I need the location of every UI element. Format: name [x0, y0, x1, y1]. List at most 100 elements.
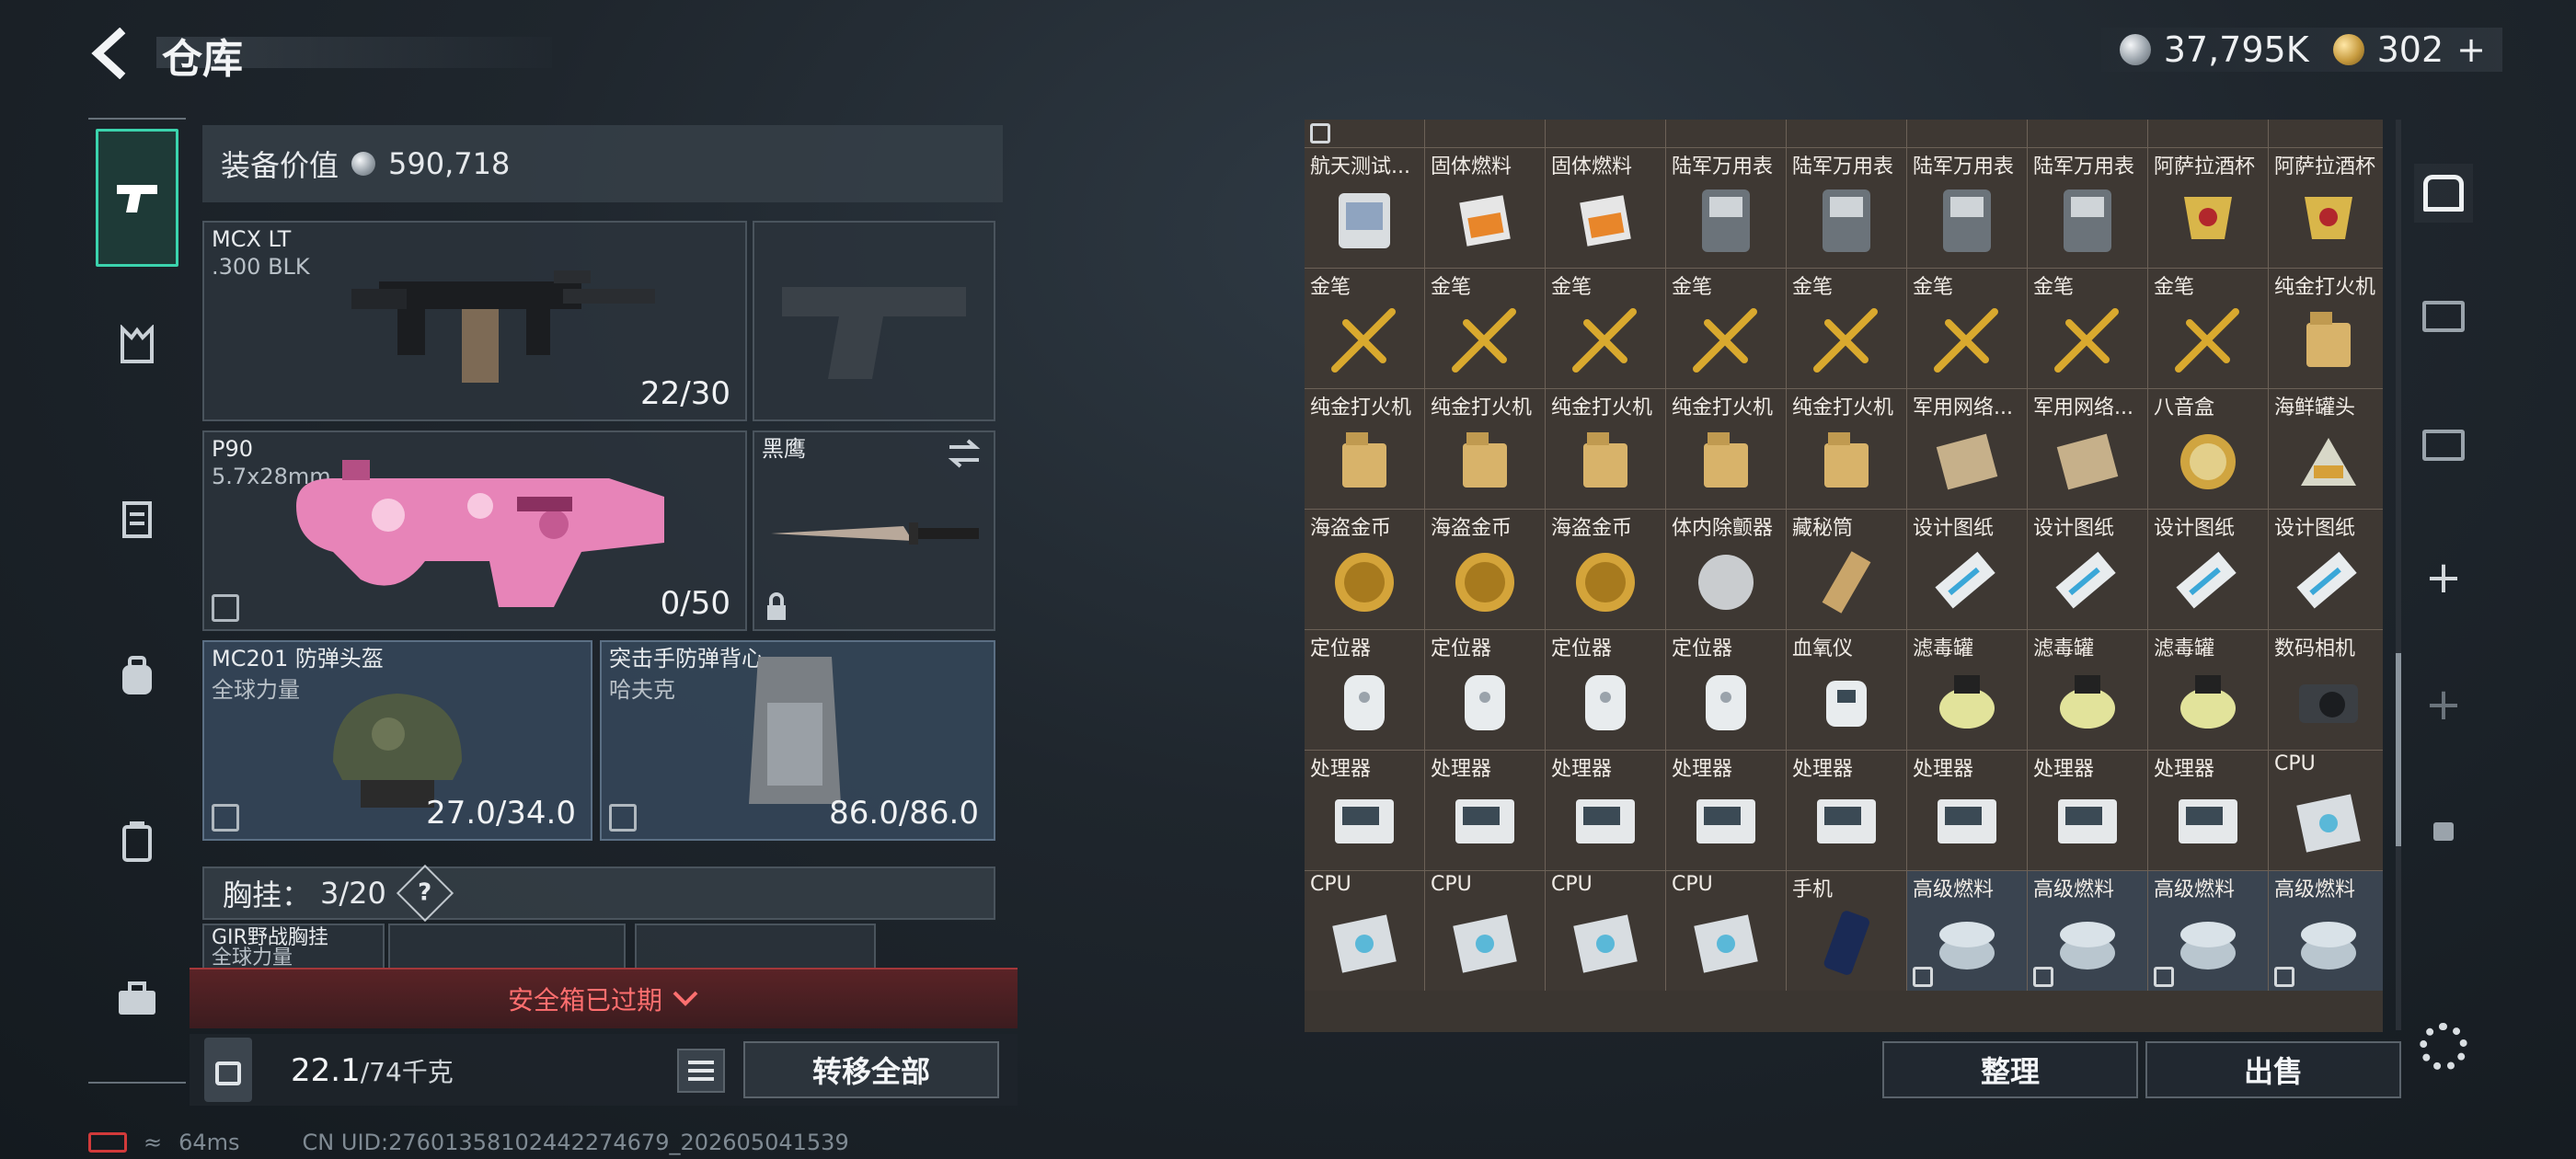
rail-tab-backpack[interactable] — [88, 607, 186, 745]
inventory-item-scale[interactable] — [2269, 120, 2383, 147]
inventory-item-locator[interactable]: 定位器 — [1425, 630, 1545, 750]
inventory-item-mask[interactable] — [1425, 120, 1545, 147]
inventory-item-net-box[interactable]: 军用网络... — [2028, 389, 2147, 509]
inventory-item-multimeter[interactable]: 陆军万用表 — [2028, 148, 2147, 268]
rail-tab-weapons[interactable] — [96, 129, 178, 267]
inventory-item-processor[interactable]: 处理器 — [1305, 751, 1424, 870]
inventory-item-device[interactable] — [2028, 120, 2147, 147]
inventory-item-fuel-can[interactable]: 高级燃料 — [2028, 871, 2147, 991]
helmet-slot[interactable]: MC201 防弹头盔 全球力量 27.0/34.0 — [202, 640, 592, 841]
inventory-item-lighter[interactable]: 纯金打火机 — [2269, 269, 2383, 388]
inventory-item-lighter[interactable]: 纯金打火机 — [1787, 389, 1906, 509]
inventory-item-cpu[interactable]: CPU — [1546, 871, 1665, 991]
inventory-item-lighter[interactable]: 纯金打火机 — [1305, 389, 1424, 509]
add-tab-button[interactable]: + — [2414, 548, 2473, 607]
back-arrow-icon[interactable] — [88, 28, 132, 79]
inventory-item-pen[interactable]: 金笔 — [1546, 269, 1665, 388]
rail-tab-safebox[interactable] — [88, 773, 186, 911]
inventory-item-camera[interactable]: 数码相机 — [2269, 630, 2383, 750]
inventory-item-cpu[interactable]: CPU — [1666, 871, 1786, 991]
settings-gear-icon[interactable] — [2420, 1023, 2467, 1071]
inventory-scrollbar[interactable] — [2396, 120, 2401, 1030]
inventory-item-scale[interactable] — [2148, 120, 2268, 147]
inventory-item-fuel[interactable]: 固体燃料 — [1425, 148, 1545, 268]
inventory-item-cpu[interactable]: CPU — [2269, 751, 2383, 870]
inventory-item-flash-drive[interactable]: 航天测试... — [1305, 148, 1424, 268]
armor-slot[interactable]: 突击手防弹背心 哈夫克 86.0/86.0 — [600, 640, 995, 841]
inventory-item-defib[interactable]: 体内除颤器 — [1666, 510, 1786, 629]
inventory-item-pen[interactable]: 金笔 — [2028, 269, 2147, 388]
secure-box-expired-banner[interactable]: 安全箱已过期 — [190, 968, 1018, 1028]
warehouse-tab-4[interactable] — [2414, 287, 2473, 346]
inventory-item-locator[interactable]: 定位器 — [1305, 630, 1424, 750]
inventory-item-lighter[interactable]: 纯金打火机 — [1546, 389, 1665, 509]
warehouse-main-tab[interactable] — [2414, 164, 2473, 223]
inventory-item-fuel-can[interactable]: 高级燃料 — [1907, 871, 2027, 991]
inventory-item-multimeter[interactable]: 陆军万用表 — [1907, 148, 2027, 268]
inventory-item-net-box[interactable]: 军用网络... — [1907, 389, 2027, 509]
inventory-item-medal[interactable] — [1907, 120, 2027, 147]
inventory-item-statue[interactable] — [1666, 120, 1786, 147]
inventory-item-pen[interactable]: 金笔 — [1907, 269, 2027, 388]
rig-pocket-slot[interactable] — [388, 924, 626, 968]
sidearm-slot-empty[interactable] — [753, 221, 995, 421]
inventory-item-oximeter[interactable]: 血氧仪 — [1787, 630, 1906, 750]
inventory-item-fuel-can[interactable]: 高级燃料 — [2269, 871, 2383, 991]
chest-rig-item[interactable]: GIR野战胸挂 全球力量 — [202, 924, 385, 969]
inventory-item-music-box[interactable]: 八音盒 — [2148, 389, 2268, 509]
melee-slot[interactable]: 黑鹰 — [753, 430, 995, 631]
inventory-item-cryptex[interactable]: 藏秘筒 — [1787, 510, 1906, 629]
inventory-item-filter[interactable]: 滤毒罐 — [1907, 630, 2027, 750]
inventory-item-coin[interactable]: 海盗金币 — [1546, 510, 1665, 629]
inventory-item-cpu[interactable]: CPU — [1305, 871, 1424, 991]
inventory-item-processor[interactable]: 处理器 — [1907, 751, 2027, 870]
inventory-item-cup[interactable]: 阿萨拉酒杯 — [2148, 148, 2268, 268]
inventory-item-multimeter[interactable]: 陆军万用表 — [1666, 148, 1786, 268]
inventory-item-multimeter[interactable]: 陆军万用表 — [1787, 148, 1906, 268]
rail-tab-armor[interactable] — [88, 451, 186, 589]
inventory-item-mask[interactable] — [1305, 120, 1424, 147]
inventory-item-blueprint[interactable]: 设计图纸 — [2028, 510, 2147, 629]
inventory-item-blueprint[interactable]: 设计图纸 — [2148, 510, 2268, 629]
add-tab-button-disabled[interactable]: + — [2414, 675, 2473, 734]
help-button[interactable]: ? — [396, 864, 454, 923]
inventory-item-locator[interactable]: 定位器 — [1546, 630, 1665, 750]
inventory-item-coin[interactable]: 海盗金币 — [1305, 510, 1424, 629]
inventory-item-statue[interactable] — [1546, 120, 1665, 147]
inventory-item-locator[interactable]: 定位器 — [1666, 630, 1786, 750]
inventory-item-pen[interactable]: 金笔 — [1305, 269, 1424, 388]
rail-tab-rig[interactable] — [88, 276, 186, 414]
inventory-item-processor[interactable]: 处理器 — [2148, 751, 2268, 870]
warehouse-tab-2[interactable] — [2414, 416, 2473, 475]
transfer-all-button[interactable]: 转移全部 — [743, 1041, 999, 1098]
inventory-item-pen[interactable]: 金笔 — [1666, 269, 1786, 388]
inventory-item-filter[interactable]: 滤毒罐 — [2028, 630, 2147, 750]
swap-icon[interactable] — [946, 438, 983, 469]
inventory-item-pen[interactable]: 金笔 — [1787, 269, 1906, 388]
inventory-item-blueprint[interactable]: 设计图纸 — [1907, 510, 2027, 629]
inventory-item-filter[interactable]: 滤毒罐 — [2148, 630, 2268, 750]
rail-tab-kit[interactable] — [88, 929, 186, 1067]
inventory-item-blueprint[interactable]: 设计图纸 — [2269, 510, 2383, 629]
rig-pocket-slot[interactable] — [635, 924, 876, 968]
add-gold-button[interactable]: + — [2456, 29, 2486, 70]
inventory-item-pen[interactable]: 金笔 — [1425, 269, 1545, 388]
inventory-item-can[interactable]: 海鲜罐头 — [2269, 389, 2383, 509]
inventory-item-processor[interactable]: 处理器 — [1666, 751, 1786, 870]
inventory-item-coin[interactable]: 海盗金币 — [1425, 510, 1545, 629]
inventory-item-lighter[interactable]: 纯金打火机 — [1425, 389, 1545, 509]
locked-tab[interactable] — [2414, 802, 2473, 861]
sell-button[interactable]: 出售 — [2145, 1041, 2401, 1098]
primary-weapon-slot[interactable]: MCX LT .300 BLK 22/30 — [202, 221, 747, 421]
inventory-item-processor[interactable]: 处理器 — [2028, 751, 2147, 870]
inventory-item-processor[interactable]: 处理器 — [1425, 751, 1545, 870]
inventory-item-pen[interactable]: 金笔 — [2148, 269, 2268, 388]
inventory-item-processor[interactable]: 处理器 — [1787, 751, 1906, 870]
inventory-item-fuel-can[interactable]: 高级燃料 — [2148, 871, 2268, 991]
inventory-grid[interactable]: 航天测试... 固体燃料 固体燃料 陆军万用表 陆军万用表 陆军万用表 陆军万用表 阿萨拉酒杯… — [1305, 120, 2383, 1032]
sort-button[interactable]: 整理 — [1882, 1041, 2138, 1098]
inventory-item-fuel[interactable]: 固体燃料 — [1546, 148, 1665, 268]
inventory-item-medal[interactable] — [1787, 120, 1906, 147]
inventory-item-phone[interactable]: 手机 — [1787, 871, 1906, 991]
inventory-item-processor[interactable]: 处理器 — [1546, 751, 1665, 870]
